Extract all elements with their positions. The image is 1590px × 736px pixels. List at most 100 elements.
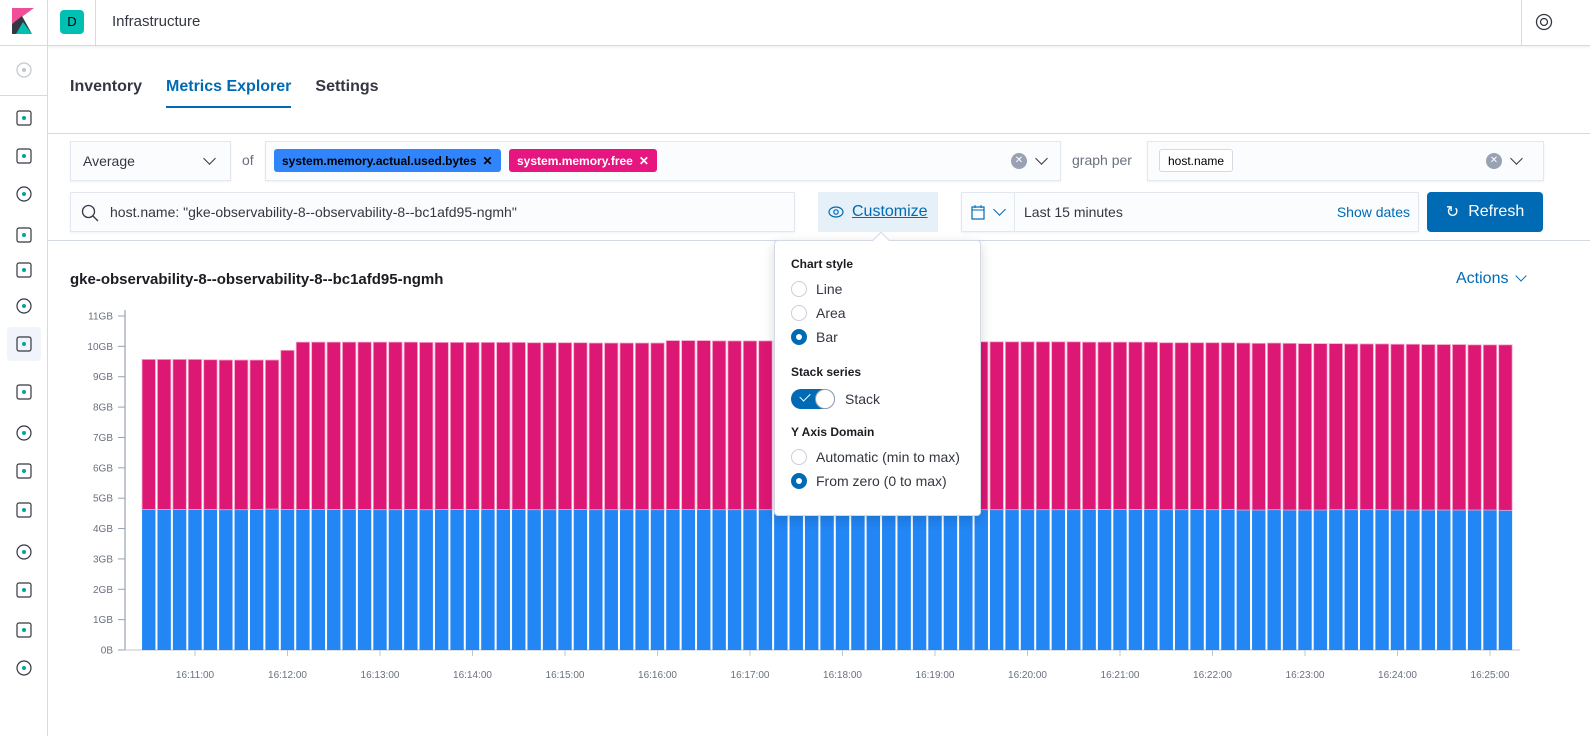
bar-free-memory	[465, 342, 480, 510]
chart-title: gke-observability-8--observability-8--bc…	[70, 271, 444, 288]
siem-icon[interactable]	[12, 498, 36, 522]
kibana-logo[interactable]	[12, 8, 34, 34]
bar-free-memory	[157, 359, 172, 510]
bar-used-memory	[219, 509, 233, 650]
radio-circle[interactable]	[791, 449, 807, 465]
visualize-icon[interactable]	[12, 144, 36, 168]
refresh-button[interactable]: ↻ Refresh	[1427, 192, 1543, 232]
customize-button[interactable]: Customize	[818, 192, 938, 232]
close-icon[interactable]: ✕	[639, 154, 649, 168]
bar-used-memory	[188, 509, 202, 650]
close-icon[interactable]: ✕	[483, 154, 493, 168]
management-icon[interactable]	[12, 656, 36, 680]
recently-viewed-icon[interactable]	[12, 58, 36, 82]
bar-free-memory	[712, 340, 727, 511]
bar-free-memory	[1390, 343, 1405, 511]
radio-line[interactable]: Line	[791, 277, 964, 301]
help-icon[interactable]	[1535, 13, 1553, 31]
bar-used-memory	[974, 509, 988, 650]
quick-select-button[interactable]	[962, 193, 1015, 231]
bar-used-memory	[357, 509, 372, 650]
metric-pill[interactable]: system.memory.actual.used.bytes ✕	[274, 149, 501, 172]
infrastructure-icon[interactable]	[7, 327, 41, 361]
actions-button[interactable]: Actions	[1456, 270, 1527, 288]
bar-free-memory	[172, 359, 187, 510]
radio-bar[interactable]: Bar	[791, 325, 964, 349]
radio-label: Bar	[816, 329, 838, 345]
radio-circle[interactable]	[791, 281, 807, 297]
tab-inventory[interactable]: Inventory	[70, 78, 142, 108]
clear-icon[interactable]: ✕	[1011, 153, 1027, 169]
machine-learning-icon[interactable]	[12, 294, 36, 318]
date-picker[interactable]: Last 15 minutes Show dates	[961, 192, 1419, 232]
radio-from-zero[interactable]: From zero (0 to max)	[791, 469, 964, 493]
bar-free-memory	[1482, 344, 1498, 511]
bar-used-memory	[1452, 510, 1466, 650]
bar-free-memory	[1097, 341, 1112, 510]
bar-used-memory	[265, 509, 279, 650]
bar-used-memory	[573, 509, 588, 650]
discover-icon[interactable]	[12, 106, 36, 130]
chevron-down-icon[interactable]	[1510, 152, 1523, 165]
tab-metrics-explorer[interactable]: Metrics Explorer	[166, 78, 292, 108]
y-tick-label: 9GB	[93, 372, 113, 383]
radio-label: Area	[816, 305, 846, 321]
monitoring-icon[interactable]	[12, 618, 36, 642]
group-by-pill[interactable]: host.name	[1159, 149, 1234, 172]
toggle-switch[interactable]	[791, 389, 835, 409]
apm-icon[interactable]	[12, 421, 36, 445]
bar-free-memory	[1467, 344, 1482, 511]
bar-free-memory	[1344, 343, 1359, 511]
chevron-down-icon[interactable]	[1035, 152, 1048, 165]
space-avatar[interactable]: D	[60, 10, 84, 34]
stack-toggle[interactable]: Stack	[791, 385, 964, 413]
uptime-icon[interactable]	[12, 459, 36, 483]
radio-circle[interactable]	[791, 329, 807, 345]
bar-free-memory	[511, 342, 526, 510]
radio-automatic[interactable]: Automatic (min to max)	[791, 445, 964, 469]
logs-icon[interactable]	[12, 380, 36, 404]
bar-used-memory	[866, 509, 881, 650]
clear-icon[interactable]: ✕	[1486, 153, 1502, 169]
bar-free-memory	[434, 342, 449, 510]
show-dates-link[interactable]: Show dates	[1337, 204, 1410, 220]
aggregation-value: Average	[83, 153, 135, 169]
search-input[interactable]: host.name: "gke-observability-8--observa…	[70, 192, 795, 232]
bar-free-memory	[403, 341, 418, 510]
bar-free-memory	[1421, 344, 1436, 511]
x-tick-label: 16:23:00	[1286, 670, 1325, 681]
chevron-down-icon	[1515, 270, 1527, 282]
bar-free-memory	[419, 342, 434, 511]
of-label: of	[242, 152, 254, 168]
y-tick-label: 0B	[101, 646, 114, 657]
popover-arrow	[872, 231, 890, 249]
metrics-combobox[interactable]: system.memory.actual.used.bytes ✕ system.…	[265, 141, 1061, 181]
graph-icon[interactable]	[12, 540, 36, 564]
maps-icon[interactable]	[12, 258, 36, 282]
bar-free-memory	[1220, 342, 1236, 510]
dev-tools-icon[interactable]	[12, 578, 36, 602]
radio-circle[interactable]	[791, 473, 807, 489]
bar-free-memory	[542, 342, 557, 511]
y-tick-label: 10GB	[87, 342, 113, 353]
bar-free-memory	[342, 341, 357, 510]
canvas-icon[interactable]	[12, 223, 36, 247]
group-by-combobox[interactable]: host.name ✕	[1147, 141, 1544, 181]
bar-used-memory	[697, 509, 711, 650]
bar-used-memory	[635, 509, 649, 650]
bar-free-memory	[758, 340, 773, 511]
aggregation-select[interactable]: Average	[70, 141, 231, 181]
bar-used-memory	[1221, 509, 1235, 650]
radio-circle[interactable]	[791, 305, 807, 321]
bar-used-memory	[851, 509, 865, 650]
y-tick-label: 1GB	[93, 615, 113, 626]
bar-used-memory	[1174, 509, 1189, 650]
metric-pill[interactable]: system.memory.free ✕	[509, 149, 657, 172]
tab-settings[interactable]: Settings	[315, 78, 378, 108]
x-tick-label: 16:18:00	[823, 670, 862, 681]
dashboard-icon[interactable]	[12, 182, 36, 206]
bar-free-memory	[681, 340, 696, 510]
y-tick-label: 6GB	[93, 463, 113, 474]
radio-area[interactable]: Area	[791, 301, 964, 325]
bar-used-memory	[1205, 509, 1220, 650]
